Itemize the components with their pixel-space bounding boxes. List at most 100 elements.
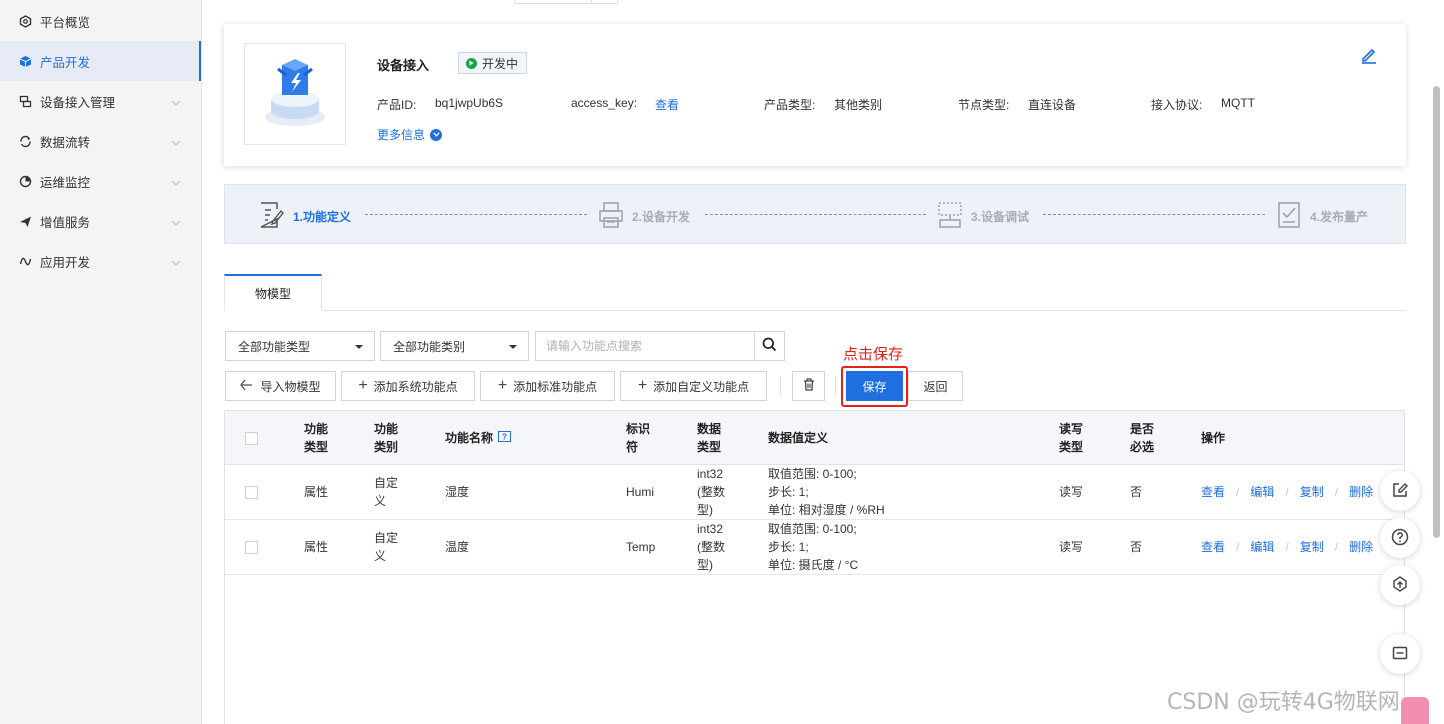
- cube-icon: [18, 54, 32, 68]
- caret-down-icon: [355, 345, 363, 349]
- th-read-write: 读写 类型: [1059, 422, 1084, 454]
- sidebar-item-app-dev[interactable]: 应用开发: [0, 241, 201, 281]
- copy-link[interactable]: 复制: [1300, 538, 1324, 555]
- cell-required: 否: [1130, 485, 1143, 499]
- minimize-panel-button[interactable]: [1380, 634, 1420, 674]
- row-checkbox[interactable]: [245, 486, 258, 499]
- cell-required: 否: [1130, 540, 1143, 554]
- add-standard-function-button[interactable]: + 添加标准功能点: [480, 371, 615, 401]
- flow-icon: [18, 134, 32, 148]
- row-operations: 查看 / 编辑 / 复制 / 删除: [1201, 483, 1373, 500]
- toolbar-divider: [835, 377, 836, 395]
- feedback-edit-button[interactable]: [1380, 471, 1420, 511]
- import-model-button[interactable]: 导入物模型: [225, 371, 336, 401]
- top-button-group-edge: [514, 0, 618, 4]
- plus-icon: +: [637, 377, 648, 394]
- delete-button[interactable]: [792, 371, 825, 401]
- th-required: 是否 必选: [1130, 422, 1155, 454]
- step-device-development[interactable]: 2.设备开发: [598, 201, 690, 232]
- step-label: 3.设备调试: [971, 210, 1030, 224]
- step-function-definition[interactable]: 1.功能定义: [259, 201, 351, 232]
- sidebar-item-device-access[interactable]: 设备接入管理: [0, 81, 201, 121]
- help-button[interactable]: [1380, 518, 1420, 558]
- app-dev-icon: [18, 254, 32, 268]
- sidebar-item-data-flow[interactable]: 数据流转: [0, 121, 201, 161]
- edit-note-icon: [1391, 481, 1409, 502]
- help-icon[interactable]: ?: [498, 429, 512, 447]
- watermark: CSDN @玩转4G物联网: [1167, 690, 1400, 715]
- th-data-type: 数据 类型: [697, 422, 722, 454]
- th-func-type: 功能 类型: [304, 422, 329, 454]
- copy-link[interactable]: 复制: [1300, 483, 1324, 500]
- product-info-card: 设备接入 开发中 产品ID: bq1jwpUb6S access_key: 查看…: [224, 24, 1406, 166]
- access-key-view-link[interactable]: 查看: [655, 96, 679, 113]
- th-func-name: 功能名称 ?: [445, 429, 512, 447]
- device-icon: [18, 94, 32, 108]
- separator: /: [1236, 539, 1240, 554]
- sidebar-item-ops-monitor[interactable]: 运维监控: [0, 161, 201, 201]
- search-icon: [762, 337, 777, 355]
- product-type-label: 产品类型:: [764, 98, 816, 112]
- view-link[interactable]: 查看: [1201, 538, 1225, 555]
- add-system-function-button[interactable]: + 添加系统功能点: [341, 371, 475, 401]
- sidebar-item-label: 产品开发: [40, 55, 91, 70]
- edit-link[interactable]: 编辑: [1250, 483, 1274, 500]
- search-box: [535, 331, 785, 361]
- step-device-debug[interactable]: 3.设备调试: [937, 201, 1029, 232]
- edit-link[interactable]: 编辑: [1250, 538, 1274, 555]
- document-edit-icon: [259, 201, 285, 232]
- tab-thing-model[interactable]: 物模型: [224, 274, 322, 311]
- sidebar-item-value-added[interactable]: 增值服务: [0, 201, 201, 241]
- step-connector: [365, 214, 587, 215]
- row-checkbox[interactable]: [245, 541, 258, 554]
- node-type-value: 直连设备: [1028, 98, 1077, 112]
- step-connector: [705, 214, 926, 215]
- main-content: 设备接入 开发中 产品ID: bq1jwpUb6S access_key: 查看…: [202, 0, 1444, 724]
- button-label: 添加标准功能点: [513, 379, 598, 394]
- separator: /: [1285, 539, 1289, 554]
- cell-data-definition: 取值范围: 0-100; 步长: 1; 单位: 摄氏度 / °C: [768, 522, 859, 572]
- delete-link[interactable]: 删除: [1349, 483, 1373, 500]
- sidebar-item-product-dev[interactable]: 产品开发: [0, 41, 201, 81]
- plus-icon: +: [358, 377, 368, 394]
- save-button[interactable]: 保存: [846, 371, 903, 401]
- chevron-down-icon: [171, 255, 181, 269]
- cloud-upload-button[interactable]: [1380, 565, 1420, 605]
- th-operations: 操作: [1201, 431, 1226, 445]
- product-name: 设备接入: [377, 58, 430, 73]
- function-category-select[interactable]: 全部功能类别: [380, 331, 529, 361]
- table-row: 属性 自定义 湿度 Humi int32 (整数 型) 取值范围: 0-100; 步长…: [225, 465, 1404, 520]
- search-button[interactable]: [754, 332, 784, 360]
- printer-icon: [598, 201, 624, 232]
- debug-device-icon: [937, 201, 963, 232]
- delete-link[interactable]: 删除: [1349, 538, 1373, 555]
- chevron-down-icon: [430, 128, 443, 141]
- trash-icon: [803, 378, 815, 394]
- th-identifier: 标识符: [626, 422, 651, 454]
- page-scrollbar[interactable]: [1433, 86, 1440, 538]
- back-button[interactable]: 返回: [908, 371, 963, 401]
- th-func-category: 功能 类别: [374, 422, 399, 454]
- cell-read-write: 读写: [1059, 485, 1084, 499]
- cell-func-type: 属性: [304, 485, 329, 499]
- table-row: 属性 自定义 温度 Temp int32 (整数 型) 取值范围: 0-100; 步长…: [225, 520, 1404, 575]
- add-custom-function-button[interactable]: + 添加自定义功能点: [620, 371, 767, 401]
- checklist-icon: [1276, 201, 1302, 232]
- cell-read-write: 读写: [1059, 540, 1084, 554]
- product-image: [244, 43, 346, 145]
- function-table: 功能 类型 功能 类别 功能名称 ? 标识符 数据 类型 数据值定义 读写 类型 是否必…: [224, 410, 1405, 724]
- step-label: 4.发布量产: [1310, 210, 1369, 224]
- row-operations: 查看 / 编辑 / 复制 / 删除: [1201, 538, 1373, 555]
- view-link[interactable]: 查看: [1201, 483, 1225, 500]
- function-type-select[interactable]: 全部功能类型: [225, 331, 375, 361]
- sidebar-item-label: 数据流转: [40, 135, 91, 150]
- select-all-checkbox[interactable]: [245, 432, 258, 445]
- more-info-link[interactable]: 更多信息: [377, 126, 443, 143]
- chevron-down-icon: [171, 135, 181, 149]
- search-input[interactable]: [536, 332, 754, 360]
- protocol-label: 接入协议:: [1151, 98, 1203, 112]
- step-release[interactable]: 4.发布量产: [1276, 201, 1368, 232]
- product-id-value: bq1jwpUb6S: [435, 96, 504, 110]
- sidebar-item-overview[interactable]: 平台概览: [0, 1, 201, 41]
- edit-icon[interactable]: [1360, 46, 1378, 67]
